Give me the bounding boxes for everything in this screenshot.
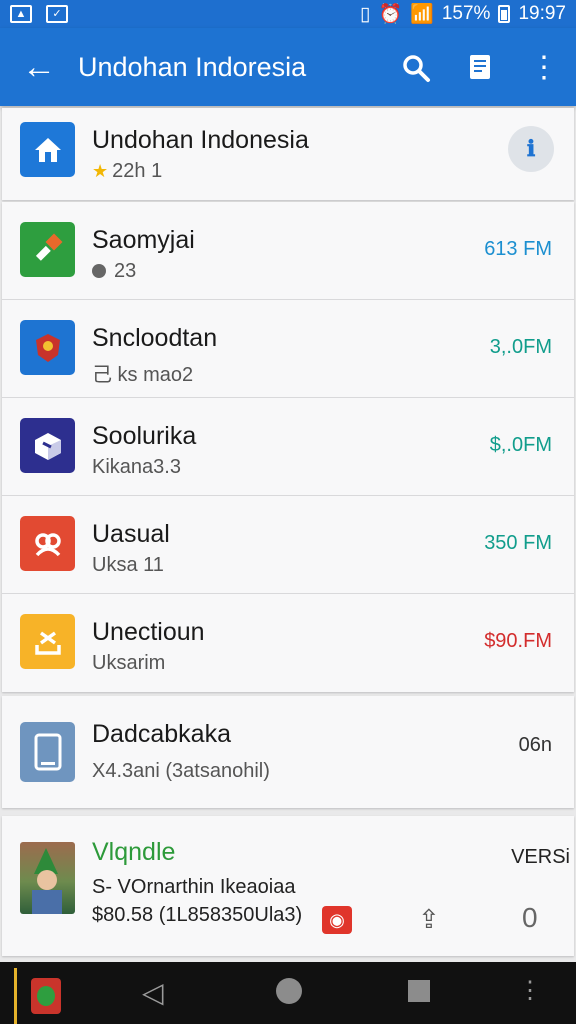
header-item-card[interactable]: Undohan Indonesia ★ 22h 1 ℹ xyxy=(2,108,574,200)
promo-title: Vlqndle xyxy=(92,838,176,866)
star-icon: ★ xyxy=(92,161,109,181)
item-sub: Uksa 11 xyxy=(92,554,164,576)
overflow-menu-icon[interactable]: ⋮ xyxy=(512,50,576,85)
status-bar: ▲ ✓ ▯ ⏰ 📶 157% 19:97 xyxy=(0,0,576,28)
system-nav-bar: ◁ ⋮ xyxy=(0,962,576,1024)
wifi-icon: 📶 xyxy=(410,4,434,25)
cube-app-icon xyxy=(20,418,75,473)
battery-percent: 157% xyxy=(441,3,491,24)
item-value: 06n xyxy=(518,734,552,756)
people-app-icon xyxy=(20,516,75,571)
alarm-icon: ⏰ xyxy=(378,4,403,25)
item-sub: Uksarim xyxy=(92,652,166,674)
list-item[interactable]: Soolurika Kikana3.3 $,.0FM xyxy=(2,398,574,496)
item-name: Soolurika xyxy=(92,422,197,450)
promo-line2: $80.58 (1L858350Ula3) xyxy=(92,904,303,926)
apps-list: Saomyjai 23 613 FM Sncloodtan ⼰ ks mao2 … xyxy=(2,202,574,692)
bookmark-icon[interactable] xyxy=(448,51,512,84)
emblem-app-icon xyxy=(20,320,75,375)
overflow-nav-icon[interactable]: ⋮ xyxy=(518,976,542,1005)
check-notification-icon: ✓ xyxy=(46,5,68,23)
item-name: Uasual xyxy=(92,520,170,548)
item-value: 350 FM xyxy=(484,532,552,554)
battery-icon xyxy=(498,5,511,23)
paint-brush-app-icon xyxy=(20,222,75,277)
item-sub: 23 xyxy=(92,260,136,283)
clock: 19:97 xyxy=(518,3,566,24)
item-value: 3,.0FM xyxy=(489,336,552,358)
item-name: Saomyjai xyxy=(92,226,195,254)
recents-nav-icon[interactable] xyxy=(408,980,430,1002)
download-item-card[interactable]: Dadcabkaka X4.3ani (3atsanohil) 06n xyxy=(2,696,574,808)
vibrate-icon: ▯ xyxy=(360,3,371,25)
header-item-rating: ★ 22h 1 xyxy=(92,160,163,182)
home-app-icon xyxy=(20,122,75,177)
item-value: 613 FM xyxy=(484,238,552,260)
back-arrow-icon[interactable]: ← xyxy=(0,50,78,84)
back-nav-icon[interactable]: ◁ xyxy=(142,976,164,1009)
thumbnail-image xyxy=(20,842,75,914)
gallery-icon: ▲ xyxy=(10,5,32,23)
item-name: Unectioun xyxy=(92,618,205,646)
search-icon[interactable] xyxy=(384,51,448,84)
app-title: Undohan Indoresia xyxy=(78,51,307,82)
item-value: $90.FM xyxy=(484,630,552,652)
camera-red-icon[interactable]: ◉ xyxy=(322,906,352,934)
item-value: $,.0FM xyxy=(489,434,552,456)
share-tray-icon[interactable]: ⇪ xyxy=(418,904,440,935)
item-name: Dadcabkaka xyxy=(92,720,231,748)
promo-line1: S- VOrnarthin Ikeaoiaa xyxy=(92,876,296,898)
item-sub: Kikana3.3 xyxy=(92,456,181,478)
header-item-title: Undohan Indonesia xyxy=(92,126,309,154)
item-name: Sncloodtan xyxy=(92,324,218,352)
bottom-promo-card[interactable]: Vlqndle S- VOrnarthin Ikeaoiaa $80.58 (1… xyxy=(2,816,574,956)
zero-count: 0 xyxy=(522,902,538,933)
list-item[interactable]: Sncloodtan ⼰ ks mao2 3,.0FM xyxy=(2,300,574,398)
recent-app-thumbnail[interactable] xyxy=(14,968,64,1024)
promo-value: VERSi xyxy=(511,846,570,868)
app-bar: ← Undohan Indoresia ⋮ xyxy=(0,28,576,106)
list-item[interactable]: Saomyjai 23 613 FM xyxy=(2,202,574,300)
list-item[interactable]: Unectioun Uksarim $90.FM xyxy=(2,594,574,692)
info-icon[interactable]: ℹ xyxy=(508,126,554,172)
tablet-app-icon xyxy=(20,722,75,782)
item-sub: X4.3ani (3atsanohil) xyxy=(92,760,270,782)
item-sub: ⼰ ks mao2 xyxy=(92,364,194,386)
home-nav-icon[interactable] xyxy=(276,978,302,1004)
list-item[interactable]: Uasual Uksa 11 350 FM xyxy=(2,496,574,594)
tray-app-icon xyxy=(20,614,75,669)
